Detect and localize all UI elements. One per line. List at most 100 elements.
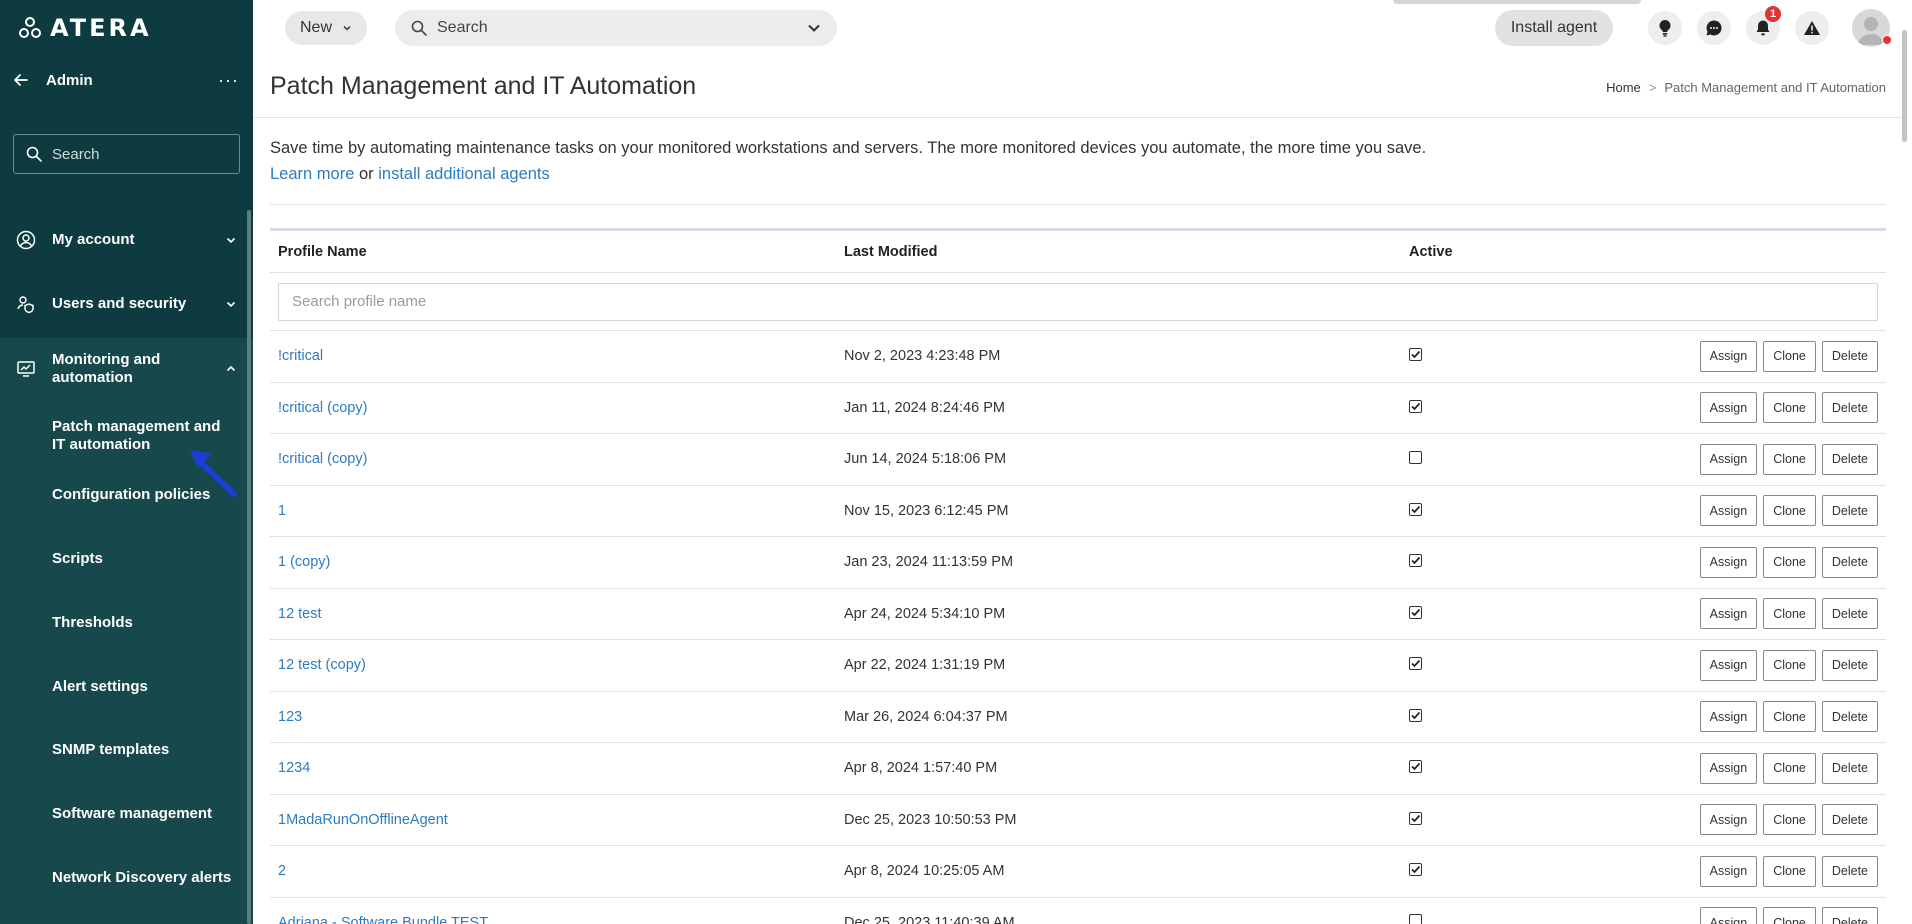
clone-button[interactable]: Clone (1763, 443, 1816, 475)
atera-logo[interactable]: ATERA (18, 14, 152, 42)
clone-button[interactable]: Clone (1763, 392, 1816, 424)
delete-button[interactable]: Delete (1821, 340, 1878, 372)
sidebar-scrollbar[interactable] (247, 210, 251, 924)
active-cell (1401, 863, 1671, 879)
nav-section-users-security[interactable]: Users and security (0, 291, 253, 317)
sidebar-search-input[interactable] (52, 145, 222, 163)
main-scrollbar[interactable] (1902, 30, 1907, 142)
more-options-icon[interactable]: ··· (218, 70, 239, 91)
lightbulb-icon[interactable] (1648, 11, 1682, 45)
assign-button[interactable]: Assign (1699, 649, 1758, 681)
back-arrow-icon[interactable] (12, 71, 30, 89)
assign-button[interactable]: Assign (1699, 443, 1758, 475)
assign-button[interactable]: Assign (1699, 495, 1758, 527)
profile-name-link[interactable]: 123 (278, 709, 302, 725)
active-checkbox[interactable] (1409, 554, 1422, 568)
learn-more-link[interactable]: Learn more (270, 165, 354, 183)
delete-button[interactable]: Delete (1821, 752, 1878, 784)
active-checkbox[interactable] (1409, 605, 1422, 619)
profile-name-filter-input[interactable] (278, 282, 1878, 321)
sub-item-software-management[interactable]: Software management (52, 805, 212, 823)
profile-name-link[interactable]: 12 test (278, 606, 322, 622)
clone-button[interactable]: Clone (1763, 340, 1816, 372)
active-checkbox[interactable] (1409, 502, 1422, 516)
active-checkbox[interactable] (1409, 450, 1422, 464)
clone-button[interactable]: Clone (1763, 752, 1816, 784)
profile-name-link[interactable]: 1MadaRunOnOfflineAgent (278, 812, 448, 828)
clone-button[interactable]: Clone (1763, 546, 1816, 578)
delete-button[interactable]: Delete (1821, 649, 1878, 681)
active-checkbox[interactable] (1409, 657, 1422, 671)
profile-name-link[interactable]: 1 (copy) (278, 554, 330, 570)
delete-button[interactable]: Delete (1821, 392, 1878, 424)
sub-item-network-discovery-alerts[interactable]: Network Discovery alerts (52, 869, 231, 887)
active-cell (1401, 760, 1671, 776)
assign-button[interactable]: Assign (1699, 907, 1758, 924)
chat-icon[interactable] (1697, 11, 1731, 45)
notifications-bell-icon[interactable]: 1 (1746, 6, 1781, 45)
active-checkbox[interactable] (1409, 399, 1422, 413)
breadcrumb-home[interactable]: Home (1606, 80, 1641, 95)
assign-button[interactable]: Assign (1699, 855, 1758, 887)
assign-button[interactable]: Assign (1699, 804, 1758, 836)
active-cell (1401, 708, 1671, 725)
profile-name-link[interactable]: !critical (copy) (278, 400, 367, 416)
active-checkbox[interactable] (1409, 863, 1422, 877)
profile-name-link[interactable]: 1 (278, 503, 286, 519)
profile-name-link[interactable]: !critical (278, 348, 323, 364)
delete-button[interactable]: Delete (1821, 598, 1878, 630)
assign-button[interactable]: Assign (1699, 752, 1758, 784)
profile-name-link[interactable]: 2 (278, 863, 286, 879)
active-checkbox[interactable] (1409, 811, 1422, 825)
new-button[interactable]: New (285, 11, 367, 45)
clone-button[interactable]: Clone (1763, 598, 1816, 630)
profile-name-link[interactable]: !critical (copy) (278, 451, 367, 467)
delete-button[interactable]: Delete (1821, 546, 1878, 578)
header-last-modified[interactable]: Last Modified (836, 244, 1401, 260)
clone-button[interactable]: Clone (1763, 907, 1816, 924)
install-agent-button[interactable]: Install agent (1495, 10, 1613, 46)
clone-button[interactable]: Clone (1763, 804, 1816, 836)
delete-button[interactable]: Delete (1821, 443, 1878, 475)
sub-item-snmp-templates[interactable]: SNMP templates (52, 741, 169, 759)
delete-button[interactable]: Delete (1821, 907, 1878, 924)
clone-button[interactable]: Clone (1763, 649, 1816, 681)
nav-section-my-account[interactable]: My account (0, 227, 253, 253)
delete-button[interactable]: Delete (1821, 701, 1878, 733)
active-checkbox[interactable] (1409, 348, 1422, 362)
assign-button[interactable]: Assign (1699, 701, 1758, 733)
active-checkbox[interactable] (1409, 708, 1422, 722)
profile-name-link[interactable]: 12 test (copy) (278, 657, 366, 673)
clone-button[interactable]: Clone (1763, 701, 1816, 733)
profile-name-cell: 1 (270, 503, 836, 519)
delete-button[interactable]: Delete (1821, 855, 1878, 887)
global-search-input[interactable] (437, 19, 797, 37)
active-checkbox[interactable] (1409, 914, 1422, 924)
profile-name-link[interactable]: 1234 (278, 760, 310, 776)
alert-warning-icon[interactable] (1795, 11, 1829, 45)
atera-logo-icon (19, 17, 41, 38)
delete-button[interactable]: Delete (1821, 495, 1878, 527)
header-active[interactable]: Active (1401, 244, 1671, 260)
assign-button[interactable]: Assign (1699, 546, 1758, 578)
actions-cell: Assign Clone Delete (1671, 598, 1886, 630)
table-row: 2 Apr 8, 2024 10:25:05 AM Assign Clone Delet… (270, 846, 1886, 898)
assign-button[interactable]: Assign (1699, 340, 1758, 372)
nav-section-monitoring-automation[interactable]: Monitoring and automation (0, 350, 253, 388)
sub-item-alert-settings[interactable]: Alert settings (52, 678, 148, 696)
header-profile-name[interactable]: Profile Name (270, 244, 836, 260)
actions-cell: Assign Clone Delete (1671, 392, 1886, 424)
active-checkbox[interactable] (1409, 760, 1422, 774)
assign-button[interactable]: Assign (1699, 392, 1758, 424)
chevron-down-icon[interactable] (807, 21, 821, 35)
clone-button[interactable]: Clone (1763, 495, 1816, 527)
sub-item-thresholds[interactable]: Thresholds (52, 614, 133, 632)
install-additional-agents-link[interactable]: install additional agents (378, 165, 550, 183)
delete-button[interactable]: Delete (1821, 804, 1878, 836)
sub-item-scripts[interactable]: Scripts (52, 550, 103, 568)
assign-button[interactable]: Assign (1699, 598, 1758, 630)
clone-button[interactable]: Clone (1763, 855, 1816, 887)
profile-name-link[interactable]: Adriana - Software Bundle TEST (278, 915, 488, 924)
checkmark-icon (1411, 505, 1421, 514)
table-body: !critical Nov 2, 2023 4:23:48 PM Assign Clo… (270, 331, 1886, 924)
